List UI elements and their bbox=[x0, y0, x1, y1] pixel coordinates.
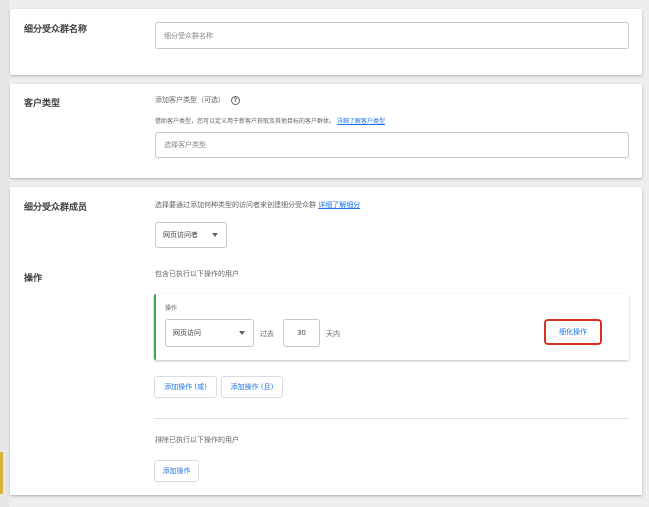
include-users-text: 包含已执行以下操作的用户 bbox=[155, 270, 239, 278]
segment-name-placeholder: 细分受众群名称 bbox=[164, 31, 213, 40]
segment-name-input[interactable]: 细分受众群名称 bbox=[155, 22, 629, 49]
add-action-and-button[interactable]: 添加操作 (且) bbox=[221, 376, 283, 398]
add-action-or-button[interactable]: 添加操作 (或) bbox=[154, 376, 217, 398]
chevron-down-icon bbox=[212, 233, 218, 237]
add-exclude-action-label: 添加操作 bbox=[162, 467, 191, 475]
segment-learn-more-link[interactable]: 详细了解细分 bbox=[318, 201, 360, 209]
exclude-users-text: 排除已执行以下操作的用户 bbox=[155, 436, 239, 444]
visitor-type-value: 网页访问者 bbox=[163, 231, 198, 239]
customer-type-select[interactable]: 选择客户类型 bbox=[155, 132, 629, 158]
action-type-value: 网页访问 bbox=[173, 329, 201, 337]
segment-name-label: 细分受众群名称 bbox=[24, 25, 88, 35]
customer-type-placeholder: 选择客户类型 bbox=[164, 141, 206, 149]
add-action-or-label: 添加操作 (或) bbox=[164, 383, 207, 391]
action-box: 操作 网页访问 过去 30 天内 细化操作 bbox=[154, 294, 629, 360]
add-customer-type-text: 添加客户类型（可选） bbox=[155, 96, 225, 104]
add-exclude-action-button[interactable]: 添加操作 bbox=[154, 460, 199, 482]
days-value: 30 bbox=[297, 329, 306, 337]
refine-action-button[interactable]: 细化操作 bbox=[544, 319, 602, 345]
actions-label: 操作 bbox=[24, 274, 43, 284]
help-icon[interactable]: ? bbox=[231, 95, 240, 105]
segment-members-card: 细分受众群成员 选择要通过添加何种类型的访问者来创建细分受众群 详细了解细分 网… bbox=[10, 187, 642, 495]
add-customer-type-row: 添加客户类型（可选）? bbox=[155, 95, 240, 105]
members-description: 选择要通过添加何种类型的访问者来创建细分受众群 bbox=[155, 201, 316, 209]
section-divider bbox=[154, 418, 629, 419]
refine-action-label: 细化操作 bbox=[559, 328, 587, 336]
past-label: 过去 bbox=[260, 330, 274, 338]
customer-type-description-row: 借助客户类型，您可以定义用于新客户获取及其他目标的客户群体。 详细了解客户类型 bbox=[155, 116, 385, 125]
left-edge bbox=[0, 0, 9, 507]
days-unit-label: 天内 bbox=[326, 330, 340, 338]
segment-name-card: 细分受众群名称 细分受众群名称 bbox=[10, 9, 642, 75]
action-box-title: 操作 bbox=[165, 305, 178, 312]
customer-type-card: 客户类型 添加客户类型（可选）? 借助客户类型，您可以定义用于新客户获取及其他目… bbox=[10, 84, 642, 178]
customer-type-description: 借助客户类型，您可以定义用于新客户获取及其他目标的客户群体。 bbox=[155, 118, 336, 125]
left-edge-accent bbox=[0, 452, 3, 494]
customer-type-learn-more-link[interactable]: 详细了解客户类型 bbox=[337, 118, 385, 125]
customer-type-label: 客户类型 bbox=[24, 99, 61, 109]
chevron-down-icon bbox=[239, 331, 245, 335]
days-input[interactable]: 30 bbox=[283, 319, 320, 347]
segment-members-label: 细分受众群成员 bbox=[24, 203, 88, 213]
members-description-row: 选择要通过添加何种类型的访问者来创建细分受众群 详细了解细分 bbox=[155, 200, 360, 210]
add-action-and-label: 添加操作 (且) bbox=[230, 383, 274, 391]
visitor-type-dropdown[interactable]: 网页访问者 bbox=[155, 222, 227, 248]
action-type-dropdown[interactable]: 网页访问 bbox=[165, 319, 254, 347]
